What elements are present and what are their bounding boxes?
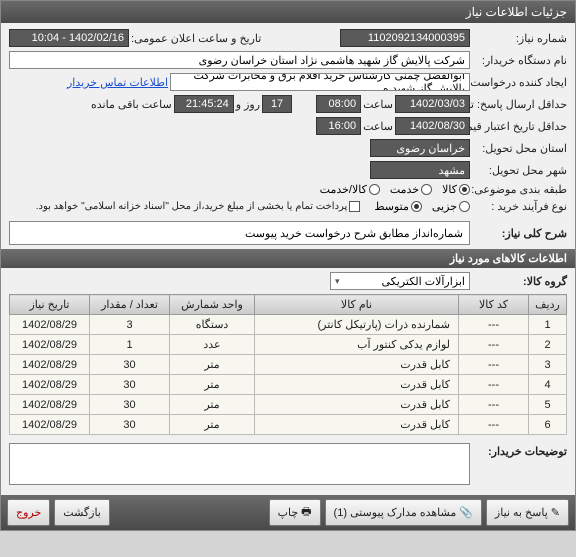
days-field: 17 (262, 95, 292, 113)
radio-icon (369, 184, 380, 195)
col-unit[interactable]: واحد شمارش (170, 295, 255, 315)
group-select[interactable]: ابزارآلات الکتریکی (330, 272, 470, 290)
province-field: خراسان رضوی (370, 139, 470, 157)
notes-label: توضیحات خریدار: (472, 441, 567, 458)
footer: ✎پاسخ به نیاز 📎مشاهده مدارک پیوستی (1) 🖶… (1, 495, 575, 530)
req-no-label: شماره نیاز: (472, 32, 567, 45)
countdown-field: 21:45:24 (174, 95, 234, 113)
col-date[interactable]: تاریخ نیاز (10, 295, 90, 315)
attachments-button[interactable]: 📎مشاهده مدارک پیوستی (1) (325, 499, 482, 526)
group-label: گروه کالا: (472, 275, 567, 288)
table-row[interactable]: 5---کابل قدرتمتر301402/08/29 (10, 395, 567, 415)
radio-both[interactable]: کالا/خدمت (320, 183, 380, 196)
table-row[interactable]: 4---کابل قدرتمتر301402/08/29 (10, 375, 567, 395)
window-title: جزئیات اطلاعات نیاز (466, 5, 567, 19)
valid-label: حداقل تاریخ اعتبار قیمت: تا تاریخ: (472, 120, 567, 133)
radio-low[interactable]: جزیی (432, 200, 470, 213)
col-name[interactable]: نام کالا (255, 295, 459, 315)
radio-goods[interactable]: کالا (442, 183, 470, 196)
deadline-label: حداقل ارسال پاسخ: تا تاریخ: (472, 98, 567, 111)
announce-field: 1402/02/16 - 10:04 (9, 29, 129, 47)
city-field: مشهد (370, 161, 470, 179)
reply-icon: ✎ (551, 506, 560, 519)
process-label: نوع فرآیند خرید : (472, 200, 567, 213)
deadline-date: 1402/03/03 (395, 95, 470, 113)
process-radio-group: جزیی متوسط (374, 200, 470, 213)
creator-field: ابوالفضل چمنی کارشناس خرید اقلام برق و م… (170, 73, 470, 91)
exit-button[interactable]: خروج (7, 499, 50, 526)
class-label: طبقه بندی موضوعی: (472, 183, 567, 196)
pay-note: پرداخت تمام یا بخشی از مبلغ خرید،از محل … (36, 201, 348, 212)
table-row[interactable]: 6---کابل قدرتمتر301402/08/29 (10, 415, 567, 435)
radio-icon (421, 184, 432, 195)
col-code[interactable]: کد کالا (459, 295, 529, 315)
class-radio-group: کالا خدمت کالا/خدمت (320, 183, 470, 196)
table-row[interactable]: 2---لوازم یدکی کنتور آبعدد11402/08/29 (10, 335, 567, 355)
notes-field[interactable] (9, 443, 470, 485)
time-label-1: ساعت (363, 98, 393, 111)
window: جزئیات اطلاعات نیاز شماره نیاز: 11020921… (0, 0, 576, 531)
table-row[interactable]: 3---کابل قدرتمتر301402/08/29 (10, 355, 567, 375)
buyer-label: نام دستگاه خریدار: (472, 54, 567, 67)
items-header: اطلاعات کالاهای مورد نیاز (1, 249, 575, 268)
contact-link[interactable]: اطلاعات تماس خریدار (67, 76, 168, 89)
days-label: روز و (236, 98, 260, 111)
city-label: شهر محل تحویل: (472, 164, 567, 177)
treasury-checkbox[interactable] (349, 201, 360, 212)
col-row[interactable]: ردیف (529, 295, 567, 315)
creator-label: ایجاد کننده درخواست: (472, 76, 567, 89)
valid-time: 16:00 (316, 117, 361, 135)
titlebar: جزئیات اطلاعات نیاز (1, 1, 575, 23)
col-qty[interactable]: تعداد / مقدار (90, 295, 170, 315)
content-area: شماره نیاز: 1102092134000395 تاریخ و ساع… (1, 23, 575, 495)
valid-date: 1402/08/30 (395, 117, 470, 135)
print-button[interactable]: 🖶چاپ (269, 499, 321, 526)
table-row[interactable]: 1---شمارنده ذرات (پارتیکل کانتر)دستگاه31… (10, 315, 567, 335)
attach-icon: 📎 (459, 506, 473, 519)
desc-label: شرح کلی نیاز: (472, 227, 567, 240)
remain-label: ساعت باقی مانده (91, 98, 172, 111)
radio-icon (459, 201, 470, 212)
reply-button[interactable]: ✎پاسخ به نیاز (486, 499, 569, 526)
back-button[interactable]: بازگشت (54, 499, 110, 526)
items-table: ردیف کد کالا نام کالا واحد شمارش تعداد /… (9, 294, 567, 435)
radio-mid[interactable]: متوسط (374, 200, 422, 213)
table-header-row: ردیف کد کالا نام کالا واحد شمارش تعداد /… (10, 295, 567, 315)
announce-label: تاریخ و ساعت اعلان عمومی: (131, 32, 261, 45)
req-no-field: 1102092134000395 (340, 29, 470, 47)
print-icon: 🖶 (301, 503, 311, 522)
time-label-2: ساعت (363, 120, 393, 133)
radio-dot-icon (411, 201, 422, 212)
radio-service[interactable]: خدمت (390, 183, 432, 196)
deadline-time: 08:00 (316, 95, 361, 113)
province-label: استان محل تحویل: (472, 142, 567, 155)
desc-field[interactable] (9, 221, 470, 245)
buyer-field: شرکت پالایش گاز شهید هاشمی نژاد استان خر… (9, 51, 470, 69)
radio-dot-icon (459, 184, 470, 195)
